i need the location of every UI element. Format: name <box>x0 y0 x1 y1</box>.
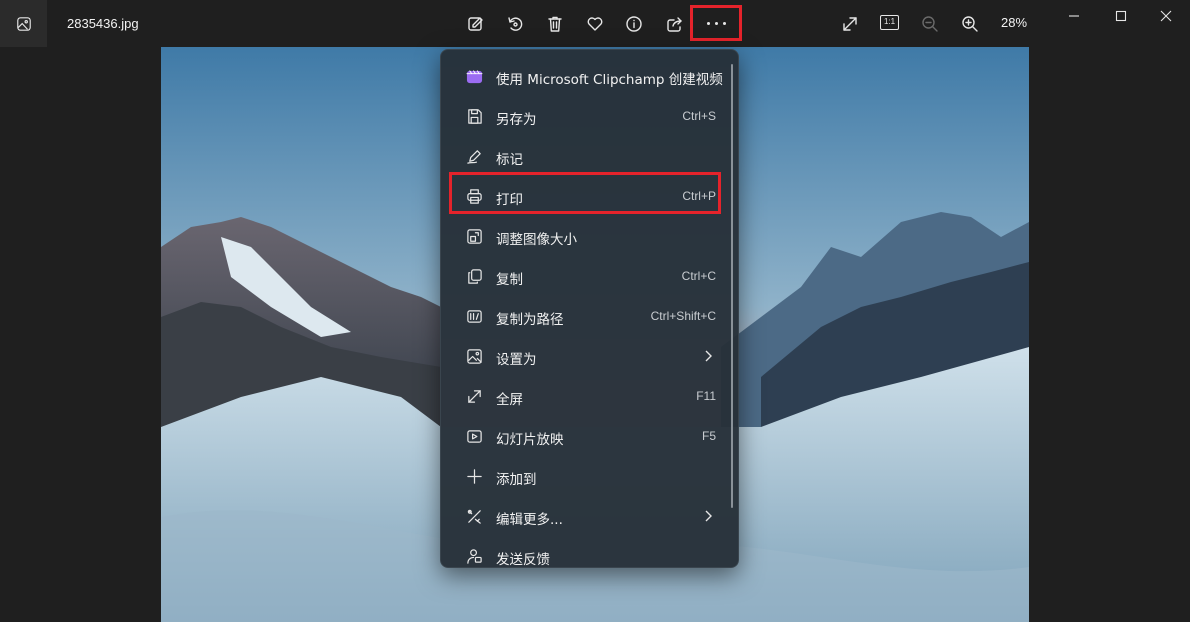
more-options-button[interactable] <box>690 5 742 41</box>
menu-item-markup[interactable]: 标记 <box>445 138 732 174</box>
menu-item-label: 编辑更多... <box>496 512 563 528</box>
feedback-icon <box>465 547 483 565</box>
file-name: 2835436.jpg <box>67 16 139 31</box>
fullscreen-icon <box>465 387 483 405</box>
favorite-heart-icon <box>587 17 603 31</box>
clipchamp-icon <box>465 67 483 85</box>
minimize-button[interactable] <box>1050 0 1098 32</box>
share-icon <box>667 17 682 32</box>
share-button[interactable] <box>660 9 690 39</box>
maximize-button[interactable] <box>1097 0 1145 32</box>
menu-item-label: 复制为路径 <box>496 312 564 328</box>
menu-item-shortcut: Ctrl+C <box>681 269 716 283</box>
menu-item-print[interactable]: 打印 Ctrl+P <box>445 178 732 214</box>
menu-item-shortcut: F5 <box>701 429 716 443</box>
favorite-button[interactable] <box>580 9 610 39</box>
resize-image-icon <box>465 227 483 245</box>
rotate-button[interactable] <box>500 9 530 39</box>
menu-item-edit-more[interactable]: 编辑更多... <box>445 498 732 534</box>
delete-button[interactable] <box>540 9 570 39</box>
close-button[interactable] <box>1142 0 1190 32</box>
menu-item-save-as[interactable]: 另存为 Ctrl+S <box>445 98 732 134</box>
edit-image-icon <box>468 17 483 31</box>
print-icon <box>465 187 483 205</box>
menu-item-label: 调整图像大小 <box>496 232 577 248</box>
info-button[interactable] <box>619 9 649 39</box>
menu-item-slideshow[interactable]: 幻灯片放映 F5 <box>445 418 732 454</box>
set-as-icon <box>465 347 483 365</box>
menu-item-shortcut: Ctrl+Shift+C <box>650 309 716 323</box>
slideshow-icon <box>465 427 483 445</box>
menu-item-label: 另存为 <box>496 112 537 128</box>
menu-item-shortcut: F11 <box>696 389 716 403</box>
menu-item-send-feedback[interactable]: 发送反馈 <box>445 538 732 568</box>
menu-item-copy-as-path[interactable]: 复制为路径 Ctrl+Shift+C <box>445 298 732 334</box>
menu-item-label: 设置为 <box>496 352 537 368</box>
copy-path-icon <box>465 307 483 325</box>
menu-item-label: 幻灯片放映 <box>496 432 564 448</box>
rotate-icon <box>508 17 523 31</box>
zoom-out-icon <box>922 16 938 32</box>
fullscreen-button[interactable] <box>835 9 865 39</box>
menu-item-shortcut: Ctrl+S <box>682 109 716 123</box>
expand-icon <box>843 17 857 31</box>
more-options-icon <box>706 21 726 25</box>
menu-item-clipchamp[interactable]: 使用 Microsoft Clipchamp 创建视频 <box>445 58 732 94</box>
menu-item-label: 添加到 <box>496 472 537 488</box>
menu-item-fullscreen[interactable]: 全屏 F11 <box>445 378 732 414</box>
edit-image-button[interactable] <box>461 9 491 39</box>
more-options-menu: 使用 Microsoft Clipchamp 创建视频 另存为 Ctrl+S 标… <box>440 49 739 568</box>
photos-app-icon[interactable] <box>0 0 47 47</box>
menu-item-copy[interactable]: 复制 Ctrl+C <box>445 258 732 294</box>
minimize-icon <box>1069 15 1079 17</box>
menu-item-label: 使用 Microsoft Clipchamp 创建视频 <box>496 72 723 88</box>
menu-item-add-to[interactable]: 添加到 <box>445 458 732 494</box>
menu-item-shortcut: Ctrl+P <box>682 189 716 203</box>
menu-item-resize-image[interactable]: 调整图像大小 <box>445 218 732 254</box>
chevron-right-icon <box>702 509 714 523</box>
markup-pen-icon <box>465 147 483 165</box>
chevron-right-icon <box>702 349 714 363</box>
add-icon <box>465 467 483 485</box>
zoom-in-icon <box>962 16 978 32</box>
menu-item-label: 复制 <box>496 272 523 288</box>
close-icon <box>1160 10 1172 22</box>
title-bar: 2835436.jpg 1:1 28% <box>0 0 1190 47</box>
menu-item-label: 全屏 <box>496 392 523 408</box>
delete-icon <box>548 16 562 32</box>
info-icon <box>626 16 642 32</box>
save-icon <box>465 107 483 125</box>
menu-item-label: 打印 <box>496 192 523 208</box>
zoom-level[interactable]: 28% <box>1001 15 1027 30</box>
menu-item-set-as[interactable]: 设置为 <box>445 338 732 374</box>
copy-icon <box>465 267 483 285</box>
menu-item-label: 发送反馈 <box>496 552 550 568</box>
zoom-in-button[interactable] <box>955 9 985 39</box>
edit-more-icon <box>465 507 483 525</box>
actual-size-button[interactable]: 1:1 <box>880 15 899 30</box>
menu-item-label: 标记 <box>496 152 523 168</box>
maximize-icon <box>1115 10 1127 22</box>
zoom-out-button[interactable] <box>915 9 945 39</box>
